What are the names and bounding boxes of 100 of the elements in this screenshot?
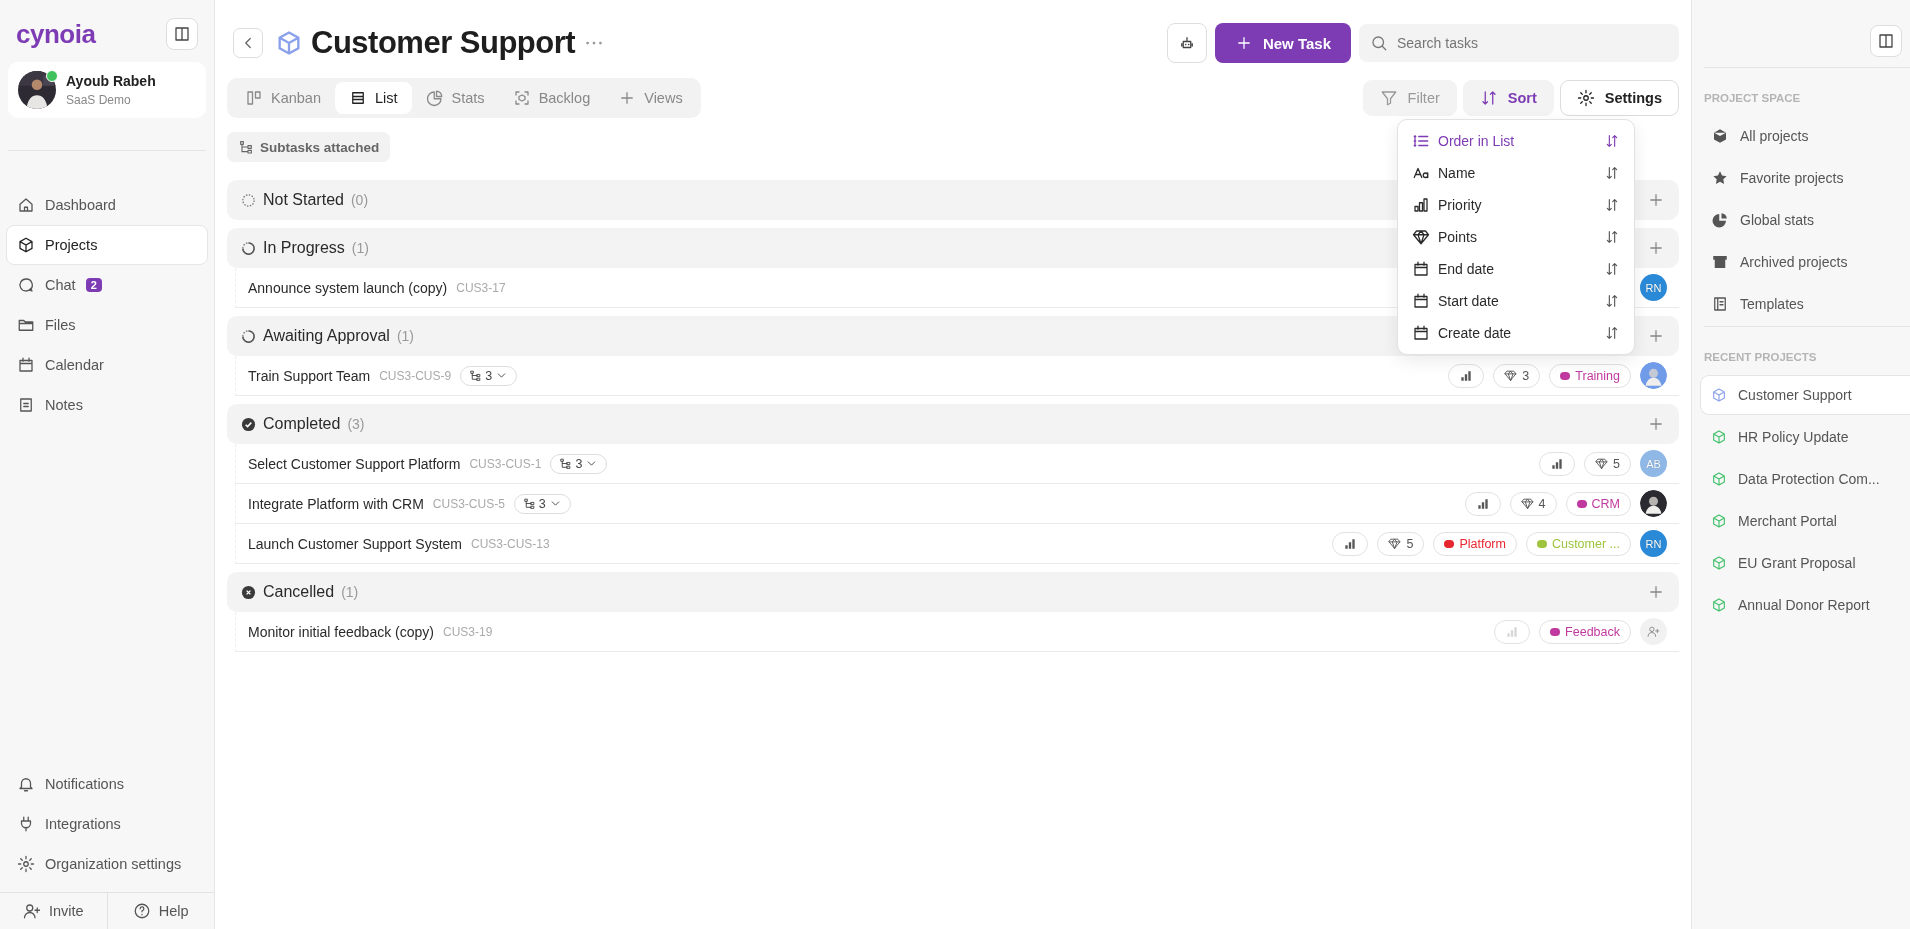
group-name: In Progress xyxy=(263,239,345,257)
nav-item[interactable]: Integrations xyxy=(6,804,208,844)
assign-user-button[interactable] xyxy=(1640,618,1667,645)
project-space-item[interactable]: Global stats xyxy=(1700,200,1910,240)
priority-chip[interactable] xyxy=(1464,491,1501,516)
assistant-button[interactable] xyxy=(1166,23,1207,63)
group-name: Awaiting Approval xyxy=(263,327,390,345)
sort-option[interactable]: Order in List xyxy=(1398,125,1634,157)
status-group-header[interactable]: Completed (3) xyxy=(227,404,1679,444)
task-count: (3) xyxy=(347,416,365,432)
template-icon xyxy=(1711,295,1729,313)
sort-direction-icon xyxy=(1604,261,1620,277)
sort-option[interactable]: Priority xyxy=(1398,189,1634,221)
bar-chart-icon xyxy=(1550,456,1565,471)
recent-project-item[interactable]: Data Protection Com... xyxy=(1700,459,1910,499)
assignee-avatar[interactable]: RN xyxy=(1640,274,1667,301)
add-task-icon[interactable] xyxy=(1647,191,1665,209)
cube-icon xyxy=(17,236,35,254)
project-space-item[interactable]: Archived projects xyxy=(1700,242,1910,282)
bar-chart-icon xyxy=(1505,624,1520,639)
status-group-header[interactable]: Cancelled (1) xyxy=(227,572,1679,612)
archive-icon xyxy=(1711,253,1729,271)
invite-button[interactable]: Invite xyxy=(0,893,107,929)
recent-project-item[interactable]: EU Grant Proposal xyxy=(1700,543,1910,583)
list-icon xyxy=(349,89,367,107)
add-user-icon xyxy=(1647,625,1660,638)
search-field[interactable]: Search tasks xyxy=(1359,24,1679,62)
group-name: Cancelled xyxy=(263,583,335,601)
settings-icon xyxy=(17,855,35,873)
help-button[interactable]: Help xyxy=(106,893,214,929)
tag-chip[interactable]: CRM xyxy=(1565,491,1631,516)
tag-chip[interactable]: Platform xyxy=(1433,531,1517,556)
recent-project-item[interactable]: HR Policy Update xyxy=(1700,417,1910,457)
dashed-circle-icon xyxy=(241,192,256,208)
diamond-icon xyxy=(1520,497,1534,510)
task-title: Monitor initial feedback (copy) xyxy=(248,623,434,640)
cube-icon xyxy=(1711,513,1727,529)
nav-item[interactable]: Notes xyxy=(6,385,208,425)
nav-item[interactable]: Dashboard xyxy=(6,185,208,225)
scan-icon xyxy=(512,89,531,107)
project-space-item[interactable]: Templates xyxy=(1700,284,1910,324)
sort-button[interactable]: Sort xyxy=(1462,80,1554,116)
subtasks-icon xyxy=(238,139,254,155)
chat-bubble-icon xyxy=(17,276,35,294)
sort-option[interactable]: Create date xyxy=(1398,317,1634,349)
add-task-icon[interactable] xyxy=(1647,327,1665,345)
project-space-item[interactable]: All projects xyxy=(1700,116,1910,156)
priority-chip[interactable] xyxy=(1448,363,1485,388)
nav-item[interactable]: Files xyxy=(6,305,208,345)
cube-icon xyxy=(1711,597,1727,613)
diamond-icon xyxy=(1412,228,1430,246)
task-count: (1) xyxy=(351,240,369,256)
task-title: Integrate Platform with CRM xyxy=(248,495,424,512)
pie-chart-icon xyxy=(1711,211,1729,229)
sort-direction-icon xyxy=(1604,229,1620,245)
add-task-icon[interactable] xyxy=(1647,239,1665,257)
points-chip[interactable]: 3 xyxy=(1493,363,1541,388)
calendar-icon xyxy=(17,356,35,374)
points-chip[interactable]: 5 xyxy=(1377,531,1425,556)
filter-icon xyxy=(1379,89,1398,107)
user-name: Ayoub Rabeh xyxy=(66,73,156,89)
recent-project-item[interactable]: Merchant Portal xyxy=(1700,501,1910,541)
bar-chart-icon xyxy=(1412,196,1430,214)
partial-circle-icon xyxy=(241,328,256,344)
priority-chip[interactable] xyxy=(1332,531,1369,556)
partial-circle-icon xyxy=(241,240,256,256)
back-button[interactable] xyxy=(233,28,263,58)
user-card[interactable]: Ayoub Rabeh SaaS Demo xyxy=(8,62,206,118)
nav-item[interactable]: Organization settings xyxy=(6,844,208,884)
task-title: Launch Customer Support System xyxy=(248,535,462,552)
nav-item[interactable]: Notifications xyxy=(6,764,208,804)
tag-chip[interactable]: Training xyxy=(1549,363,1631,388)
add-task-icon[interactable] xyxy=(1647,583,1665,601)
priority-chip[interactable] xyxy=(1539,451,1576,476)
recent-project-item[interactable]: Customer Support xyxy=(1700,375,1910,415)
filter-chip[interactable]: Subtasks attached xyxy=(227,132,391,162)
new-task-button[interactable]: New Task xyxy=(1214,23,1351,63)
bar-chart-icon xyxy=(1459,368,1474,383)
settings-button[interactable]: Settings xyxy=(1559,80,1679,116)
points-chip[interactable]: 5 xyxy=(1584,451,1631,476)
add-task-icon[interactable] xyxy=(1647,415,1665,433)
task-count: (0) xyxy=(350,192,369,208)
sort-option[interactable]: Start date xyxy=(1398,285,1634,317)
recent-project-item[interactable]: Annual Donor Report xyxy=(1700,585,1910,625)
view-tab[interactable]: List xyxy=(335,82,412,114)
assignee-avatar[interactable]: RN xyxy=(1640,530,1667,557)
house-icon xyxy=(17,196,35,214)
collapse-panel-button[interactable] xyxy=(1870,25,1902,57)
task-code: CUS3-19 xyxy=(443,624,493,639)
task-code: CUS3-CUS-5 xyxy=(432,496,505,511)
diamond-icon xyxy=(1595,457,1609,470)
diamond-icon xyxy=(1504,369,1518,382)
points-chip[interactable]: 4 xyxy=(1509,491,1557,516)
nav-item[interactable]: Chat 2 xyxy=(6,265,208,305)
collapse-sidebar-button[interactable] xyxy=(166,18,198,50)
project-space-item[interactable]: Favorite projects xyxy=(1700,158,1910,198)
nav-item[interactable]: Calendar xyxy=(6,345,208,385)
nav-item[interactable]: Projects xyxy=(6,225,208,265)
tag-chip[interactable]: Feedback xyxy=(1539,619,1631,644)
search-icon xyxy=(1370,34,1388,52)
